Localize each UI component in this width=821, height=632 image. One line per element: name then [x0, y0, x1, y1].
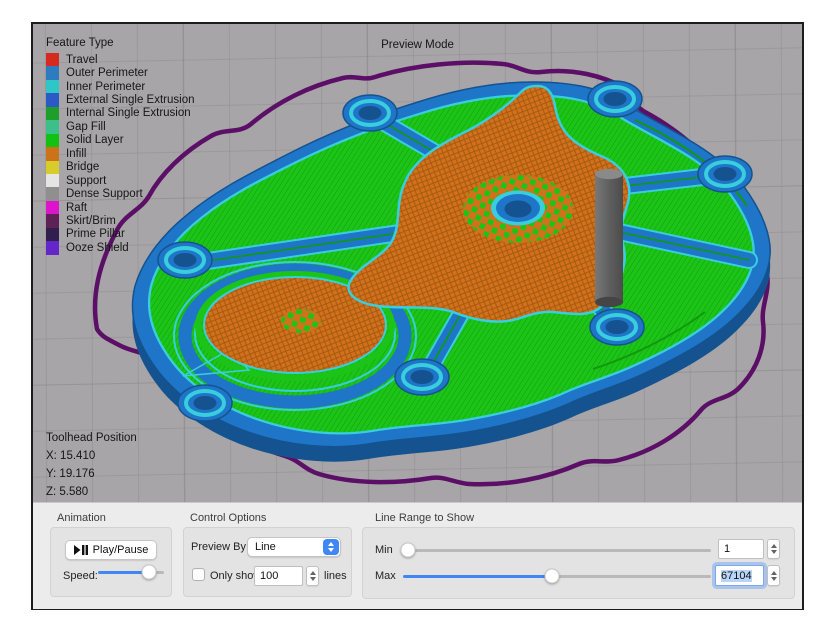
- toolhead-pillar: [595, 169, 623, 307]
- preview-mode-label: Preview Mode: [33, 39, 802, 51]
- play-pause-label: Play/Pause: [93, 544, 149, 556]
- legend-swatch: [46, 228, 59, 241]
- lines-count-input[interactable]: 100: [254, 566, 303, 586]
- legend-swatch: [46, 147, 59, 160]
- legend-swatch: [46, 120, 59, 133]
- legend-swatch: [46, 93, 59, 106]
- min-value-stepper[interactable]: [767, 539, 780, 559]
- preview-by-dropdown[interactable]: Line: [247, 537, 341, 557]
- lines-count-stepper[interactable]: [306, 566, 319, 586]
- legend-swatch: [46, 66, 59, 79]
- legend-swatch: [46, 214, 59, 227]
- legend-swatch: [46, 187, 59, 200]
- animation-group-label: Animation: [57, 512, 106, 524]
- only-show-checkbox[interactable]: [192, 568, 205, 581]
- animation-group: Play/Pause Speed:: [50, 527, 172, 597]
- speed-slider-thumb[interactable]: [142, 565, 157, 580]
- legend-item: Support: [46, 174, 194, 187]
- legend-swatch: [46, 80, 59, 93]
- toolhead-z: Z: 5.580: [46, 483, 137, 501]
- legend-item: Inner Perimeter: [46, 80, 194, 93]
- legend-item: Prime Pillar: [46, 228, 194, 241]
- toolhead-title: Toolhead Position: [46, 429, 137, 447]
- legend-item: Ooze Shield: [46, 241, 194, 254]
- speed-slider[interactable]: [98, 565, 164, 579]
- legend-swatch: [46, 201, 59, 214]
- legend-swatch: [46, 134, 59, 147]
- min-slider[interactable]: [403, 543, 711, 557]
- lines-suffix-label: lines: [324, 570, 347, 582]
- legend-item: Infill: [46, 147, 194, 160]
- legend-swatch: [46, 174, 59, 187]
- play-pause-button[interactable]: Play/Pause: [65, 540, 157, 560]
- play-pause-icon: [74, 545, 88, 555]
- min-slider-track[interactable]: [403, 549, 711, 552]
- preview-by-value: Line: [255, 541, 276, 553]
- max-label: Max: [375, 570, 396, 582]
- legend-item: Gap Fill: [46, 120, 194, 133]
- legend-item: Internal Single Extrusion: [46, 107, 194, 120]
- max-slider[interactable]: [403, 569, 711, 583]
- preview-by-label: Preview By: [191, 541, 246, 553]
- legend-swatch: [46, 107, 59, 120]
- toolhead-y: Y: 19.176: [46, 465, 137, 483]
- legend-item: Dense Support: [46, 187, 194, 200]
- min-slider-thumb[interactable]: [400, 543, 415, 558]
- legend-swatch: [46, 161, 59, 174]
- legend-item: Outer Perimeter: [46, 66, 194, 79]
- legend-swatch: [46, 53, 59, 66]
- legend-item: Skirt/Brim: [46, 214, 194, 227]
- toolhead-position-readout: Toolhead Position X: 15.410 Y: 19.176 Z:…: [46, 429, 137, 501]
- app-window: Feature Type Travel Outer Perimeter Inne…: [31, 22, 804, 610]
- feature-type-legend: Feature Type Travel Outer Perimeter Inne…: [46, 37, 194, 255]
- speed-label: Speed:: [63, 570, 98, 582]
- legend-item: Raft: [46, 201, 194, 214]
- legend-item: Bridge: [46, 161, 194, 174]
- line-range-group: Min 1 Max 67104: [362, 527, 795, 599]
- control-options-group-label: Control Options: [190, 512, 266, 524]
- legend-swatch: [46, 241, 59, 254]
- dropdown-stepper-icon[interactable]: [323, 539, 339, 555]
- min-value-input[interactable]: 1: [718, 539, 764, 559]
- preview-controls-panel: Animation Play/Pause Speed: Control Opti…: [33, 502, 802, 609]
- legend-item: Travel: [46, 53, 194, 66]
- toolhead-x: X: 15.410: [46, 447, 137, 465]
- printed-part: [132, 81, 770, 462]
- control-options-group: Preview By Line Only show 100 lines: [183, 527, 352, 597]
- max-value-stepper[interactable]: [767, 565, 780, 586]
- line-range-group-label: Line Range to Show: [375, 512, 474, 524]
- max-value-input[interactable]: 67104: [715, 565, 764, 586]
- legend-item: Solid Layer: [46, 134, 194, 147]
- min-label: Min: [375, 544, 393, 556]
- legend-item: External Single Extrusion: [46, 93, 194, 106]
- preview-3d-viewport[interactable]: Feature Type Travel Outer Perimeter Inne…: [33, 24, 802, 502]
- max-slider-thumb[interactable]: [545, 569, 560, 584]
